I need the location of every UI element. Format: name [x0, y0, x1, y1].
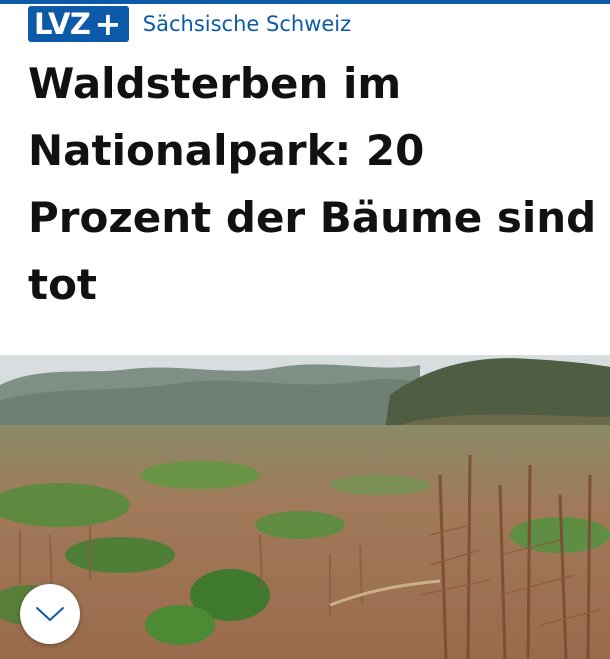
headline-line: Waldsterben im: [28, 59, 402, 108]
scroll-down-button[interactable]: [20, 584, 80, 644]
headline-line: Prozent der Bäume sind: [28, 193, 597, 242]
chevron-down-icon: [36, 607, 64, 621]
hero-image[interactable]: [0, 355, 610, 659]
article-kicker: LVZ + Sächsische Schweiz: [28, 5, 351, 43]
headline-line: tot: [28, 260, 98, 309]
forest-landscape-image: [0, 355, 610, 659]
section-link[interactable]: Sächsische Schweiz: [143, 12, 351, 36]
brand-name: LVZ: [34, 7, 91, 41]
lvz-plus-logo[interactable]: LVZ +: [28, 6, 129, 42]
top-accent-bar: [0, 0, 610, 4]
headline-line: Nationalpark: 20: [28, 126, 425, 175]
plus-icon: +: [94, 5, 121, 43]
article-headline: Waldsterben im Nationalpark: 20 Prozent …: [28, 50, 598, 318]
